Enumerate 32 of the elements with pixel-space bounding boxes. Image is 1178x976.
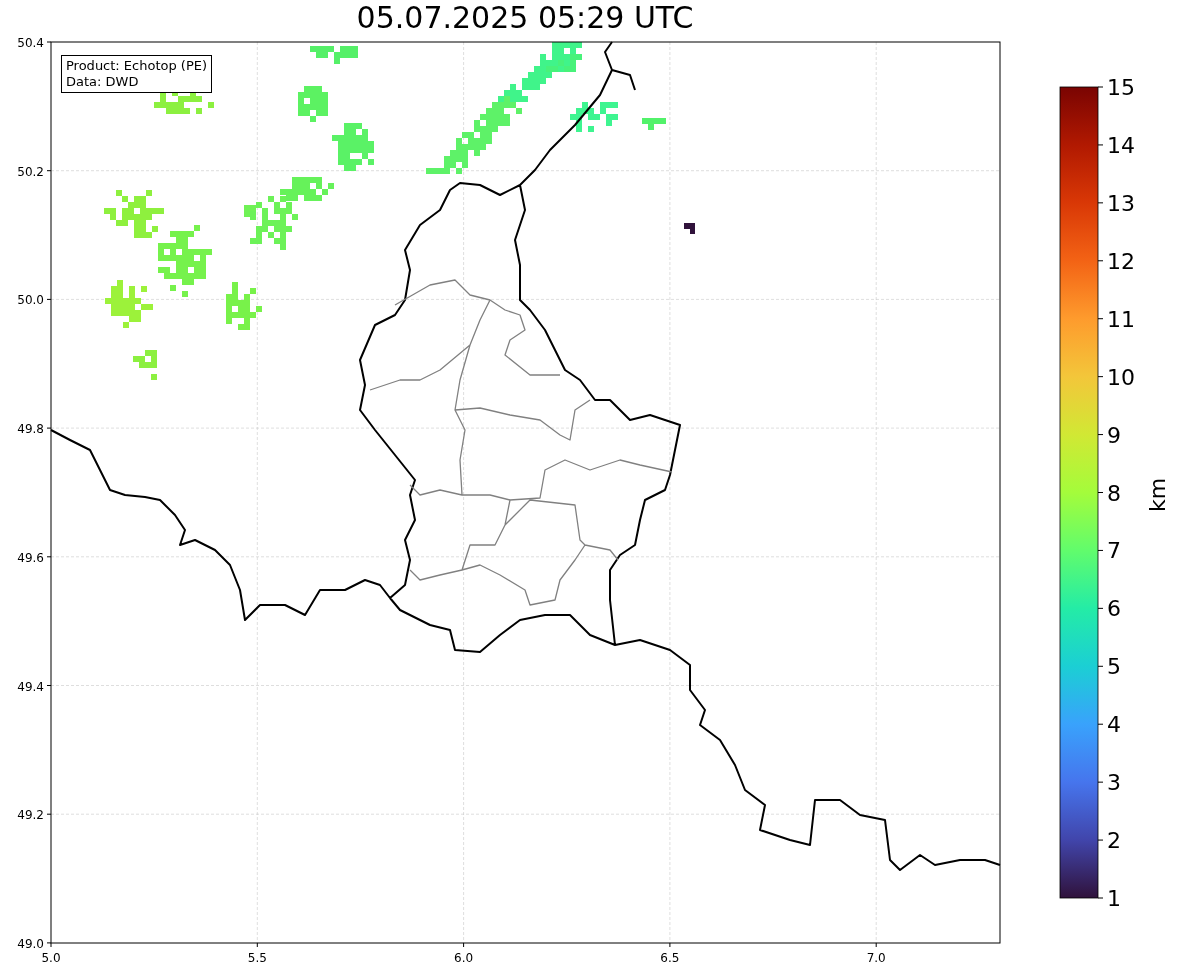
colorbar-tick-label: 5 xyxy=(1107,654,1121,680)
colorbar-tick-label: 9 xyxy=(1107,422,1121,448)
colorbar-tick-label: 12 xyxy=(1107,248,1135,274)
axis-tick-label: 50.2 xyxy=(17,164,44,179)
info-text: Product: Echotop (PE) xyxy=(66,58,208,74)
axis-tick-label: 50.4 xyxy=(17,36,44,50)
colorbar-tick-label: 13 xyxy=(1107,190,1135,216)
colorbar-tick-label: 10 xyxy=(1107,364,1135,390)
colorbar-tick-label: 3 xyxy=(1107,770,1121,796)
colorbar-tick-label: 8 xyxy=(1107,480,1121,506)
colorbar-tick-label: 6 xyxy=(1107,596,1121,622)
axis-tick-label: 49.0 xyxy=(17,936,44,951)
axis-tick-label: 6.0 xyxy=(454,951,474,965)
figure-title: 05.07.2025 05:29 UTC xyxy=(356,0,694,36)
axis-tick-label: 5.5 xyxy=(247,951,267,965)
axis-tick-label: 50.0 xyxy=(17,293,44,308)
axis-tick-label: 5.0 xyxy=(41,951,61,965)
colorbar-tick-label: 7 xyxy=(1107,538,1121,564)
colorbar-tick-label: 14 xyxy=(1107,132,1135,158)
colorbar-tick-label: 4 xyxy=(1107,712,1121,738)
axis-tick-label: 49.4 xyxy=(17,679,44,694)
axis-tick-label: 49.2 xyxy=(17,808,44,823)
colorbar-tick-label: 11 xyxy=(1107,306,1135,332)
info-text: Data: DWD xyxy=(66,74,140,90)
colorbar-label: km xyxy=(1145,477,1170,513)
colorbar-tick-label: 2 xyxy=(1107,828,1121,854)
colorbar-tick-label: 15 xyxy=(1107,75,1135,100)
axis-tick-label: 6.5 xyxy=(660,951,680,965)
axis-tick-label: 49.8 xyxy=(17,422,44,437)
axis-tick-label: 7.0 xyxy=(866,951,886,965)
axis-tick-label: 49.6 xyxy=(17,550,44,565)
colorbar-tick-label: 1 xyxy=(1107,886,1121,911)
